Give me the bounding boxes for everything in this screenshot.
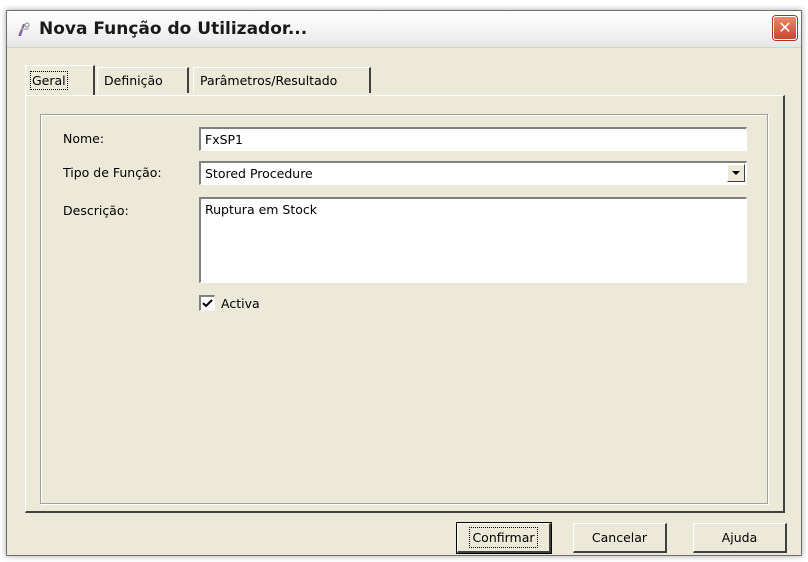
tab-parametros-label: Parâmetros/Resultado	[200, 73, 338, 88]
ajuda-label: Ajuda	[721, 530, 758, 545]
title-bar[interactable]: Nova Função do Utilizador... ✕	[7, 11, 801, 48]
cancelar-label: Cancelar	[591, 530, 648, 545]
chevron-down-icon[interactable]	[727, 164, 745, 182]
dialog-window: Nova Função do Utilizador... ✕ Geral Def…	[6, 10, 802, 556]
descricao-textarea[interactable]: Ruptura em Stock	[199, 197, 747, 283]
tab-geral-label: Geral	[30, 71, 68, 90]
cancelar-button[interactable]: Cancelar	[573, 523, 667, 553]
confirmar-button[interactable]: Confirmar	[457, 523, 551, 553]
tipo-funcao-value: Stored Procedure	[205, 166, 313, 181]
tab-definicao-label: Definição	[104, 73, 163, 88]
tipo-funcao-label: Tipo de Função:	[63, 165, 162, 180]
ajuda-button[interactable]: Ajuda	[693, 523, 787, 553]
tab-panel-geral: Nome: FxSP1 Tipo de Função: Stored Proce…	[25, 95, 785, 513]
activa-checkbox[interactable]	[199, 295, 215, 311]
nome-input[interactable]: FxSP1	[199, 127, 747, 151]
activa-label[interactable]: Activa	[221, 296, 260, 311]
tab-geral[interactable]: Geral	[25, 65, 95, 95]
tab-definicao[interactable]: Definição	[97, 67, 189, 93]
nome-label: Nome:	[63, 131, 105, 146]
confirmar-label: Confirmar	[469, 527, 538, 548]
descricao-label: Descrição:	[63, 203, 129, 218]
close-button[interactable]: ✕	[773, 16, 797, 40]
window-title: Nova Função do Utilizador...	[39, 19, 308, 39]
tipo-funcao-select[interactable]: Stored Procedure	[199, 161, 747, 185]
form-group: Nome: FxSP1 Tipo de Função: Stored Proce…	[40, 114, 768, 504]
close-icon: ✕	[778, 18, 792, 37]
checkmark-icon	[202, 299, 213, 308]
function-icon	[15, 21, 33, 39]
tab-parametros-resultado[interactable]: Parâmetros/Resultado	[193, 67, 371, 93]
